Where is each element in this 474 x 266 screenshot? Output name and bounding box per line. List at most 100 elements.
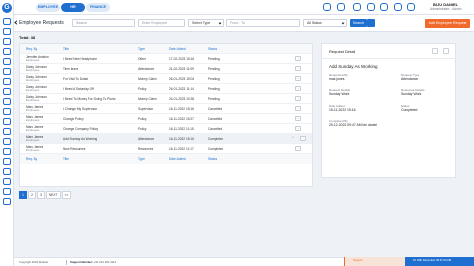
table-row[interactable]: Daisy Johnson Employees For Visit To Dub…	[20, 74, 312, 84]
document-icon[interactable]	[3, 38, 11, 45]
footer-header-title: Title	[63, 157, 69, 161]
support-info: Support Number: +91 021 364 1114	[70, 260, 116, 264]
more-icon[interactable]: ···	[295, 66, 301, 71]
tab-employee[interactable]: EMPLOYEE	[36, 3, 60, 12]
table-row[interactable]: Jennifer Aniston Employees I Need New He…	[20, 54, 312, 64]
more-icon[interactable]: ···	[295, 56, 301, 61]
row-date: 24-01-2023 10:35	[169, 97, 195, 101]
table-row[interactable]: Marc James Employees New Resources Resou…	[20, 144, 312, 154]
header-req-by[interactable]: Req. By	[26, 47, 37, 51]
table-row[interactable]: Daisy Johnson Employees I Need A Saturda…	[20, 84, 312, 94]
more-icon[interactable]: ···	[295, 76, 301, 81]
support-strip[interactable]: Support	[344, 257, 405, 266]
row-status: Pending	[208, 67, 220, 71]
notification-icon[interactable]	[353, 3, 361, 11]
header-type[interactable]: Type	[138, 47, 145, 51]
notes-icon[interactable]	[3, 168, 11, 175]
row-req-by-sub: Employees	[26, 89, 40, 92]
archive-icon[interactable]	[3, 198, 11, 205]
table-row[interactable]: Marc James Employees Change Policy Polic…	[20, 114, 312, 124]
row-title: Add Sunday As Working	[63, 137, 98, 141]
table-row[interactable]: Marc James Employees Change Company Poli…	[20, 124, 312, 134]
mail-top-icon[interactable]	[380, 3, 388, 11]
search-input[interactable]: Search	[72, 19, 135, 27]
settings-top-icon[interactable]	[394, 3, 402, 11]
mail-icon[interactable]	[3, 138, 11, 145]
search-button[interactable]: Search	[350, 19, 367, 27]
more-icon[interactable]: ···	[295, 86, 301, 91]
row-date: 17-02-2023 15:16	[169, 57, 195, 61]
next-page-button[interactable]: NEXT	[46, 191, 61, 199]
help-icon[interactable]	[407, 3, 415, 11]
row-status: Cancelled	[208, 107, 223, 111]
calendar-icon[interactable]	[3, 48, 11, 55]
folder-icon[interactable]	[3, 98, 11, 105]
drag-icon[interactable]: •	[290, 136, 296, 141]
more-icon[interactable]: ···	[300, 136, 306, 141]
row-title: Change Policy	[63, 117, 84, 121]
sidebar: G	[0, 0, 14, 266]
report-icon[interactable]	[3, 78, 11, 85]
row-req-by-sub: Employees	[26, 109, 40, 112]
users-icon[interactable]	[3, 28, 11, 35]
type-select[interactable]: Select Type	[188, 19, 224, 27]
settings-icon[interactable]	[3, 128, 11, 135]
header-date-added[interactable]: Date Added	[169, 47, 186, 51]
datetime-text: Fri 29th December 09:37:24 AM	[413, 259, 452, 262]
more-icon[interactable]: ···	[295, 146, 301, 151]
more-icon[interactable]: ···	[295, 106, 301, 111]
last-page-button[interactable]: >>	[61, 191, 72, 199]
date-range-input[interactable]: From - To	[226, 19, 300, 27]
user-icon[interactable]	[337, 3, 345, 11]
briefcase-icon[interactable]	[3, 68, 11, 75]
row-status: Pending	[208, 77, 220, 81]
dashboard-icon[interactable]	[3, 18, 11, 25]
footer-header-status: Status	[208, 157, 218, 161]
money-icon[interactable]	[3, 118, 11, 125]
filter-bar: Employee Requests Search Enter Employee …	[14, 15, 474, 32]
row-req-by-sub: Employees	[26, 139, 40, 142]
chat-icon[interactable]	[323, 3, 331, 11]
requests-table: Req. By Title Type Date Added Status Jen…	[19, 43, 313, 187]
tab-finance[interactable]: FINANCE	[86, 3, 110, 12]
tab-hr[interactable]: HR	[61, 3, 85, 12]
row-req-by-sub: Employees	[26, 59, 40, 62]
grid-view-button[interactable]	[367, 19, 375, 27]
clock-icon[interactable]	[3, 108, 11, 115]
print-icon[interactable]	[432, 48, 438, 54]
more-icon[interactable]: ···	[295, 96, 301, 101]
list-icon[interactable]	[3, 148, 11, 155]
back-icon[interactable]	[14, 20, 19, 25]
task-icon[interactable]	[3, 188, 11, 195]
table-row[interactable]: Daisy Johnson Employees I Need To Money …	[20, 94, 312, 104]
table-row-selected[interactable]: Marc James Employees Add Sunday As Worki…	[20, 134, 312, 144]
chevron-down-icon	[341, 21, 345, 25]
header-title[interactable]: Title	[63, 47, 69, 51]
row-status: Completed	[208, 137, 224, 141]
requested-by-value: mas jones	[329, 77, 345, 81]
employee-input[interactable]: Enter Employee	[138, 19, 185, 27]
page-1-button[interactable]: 1	[19, 191, 27, 199]
status-select[interactable]: All Status	[303, 19, 347, 27]
table-row[interactable]: Marc James Employees I Change My Supervi…	[20, 104, 312, 114]
badge-icon[interactable]	[3, 158, 11, 165]
detail-title: Add Sunday As Working	[329, 64, 378, 69]
row-date: 16-11-2022 15:16	[169, 137, 194, 141]
row-type: Supervisor	[138, 107, 154, 111]
page-3-button[interactable]: 3	[37, 191, 45, 199]
more-icon[interactable]: ···	[295, 116, 301, 121]
building-icon[interactable]	[3, 58, 11, 65]
close-icon[interactable]	[443, 48, 449, 54]
more-icon[interactable]: ···	[295, 126, 301, 131]
date-added-value: 15-11-2022 15:16	[329, 108, 356, 112]
row-type: Money Claim	[138, 97, 157, 101]
table-row[interactable]: Daisy Johnson Employees Time leave Atten…	[20, 64, 312, 74]
chart-icon[interactable]	[3, 88, 11, 95]
header-status[interactable]: Status	[208, 47, 217, 51]
row-status: Pending	[208, 57, 220, 61]
calendar-top-icon[interactable]	[367, 3, 375, 11]
bell-icon[interactable]	[3, 178, 11, 185]
page-2-button[interactable]: 2	[28, 191, 36, 199]
copyright-text: Copyright 2023 Wokast	[19, 260, 49, 264]
add-request-button[interactable]: Add Employee Request	[425, 19, 470, 28]
